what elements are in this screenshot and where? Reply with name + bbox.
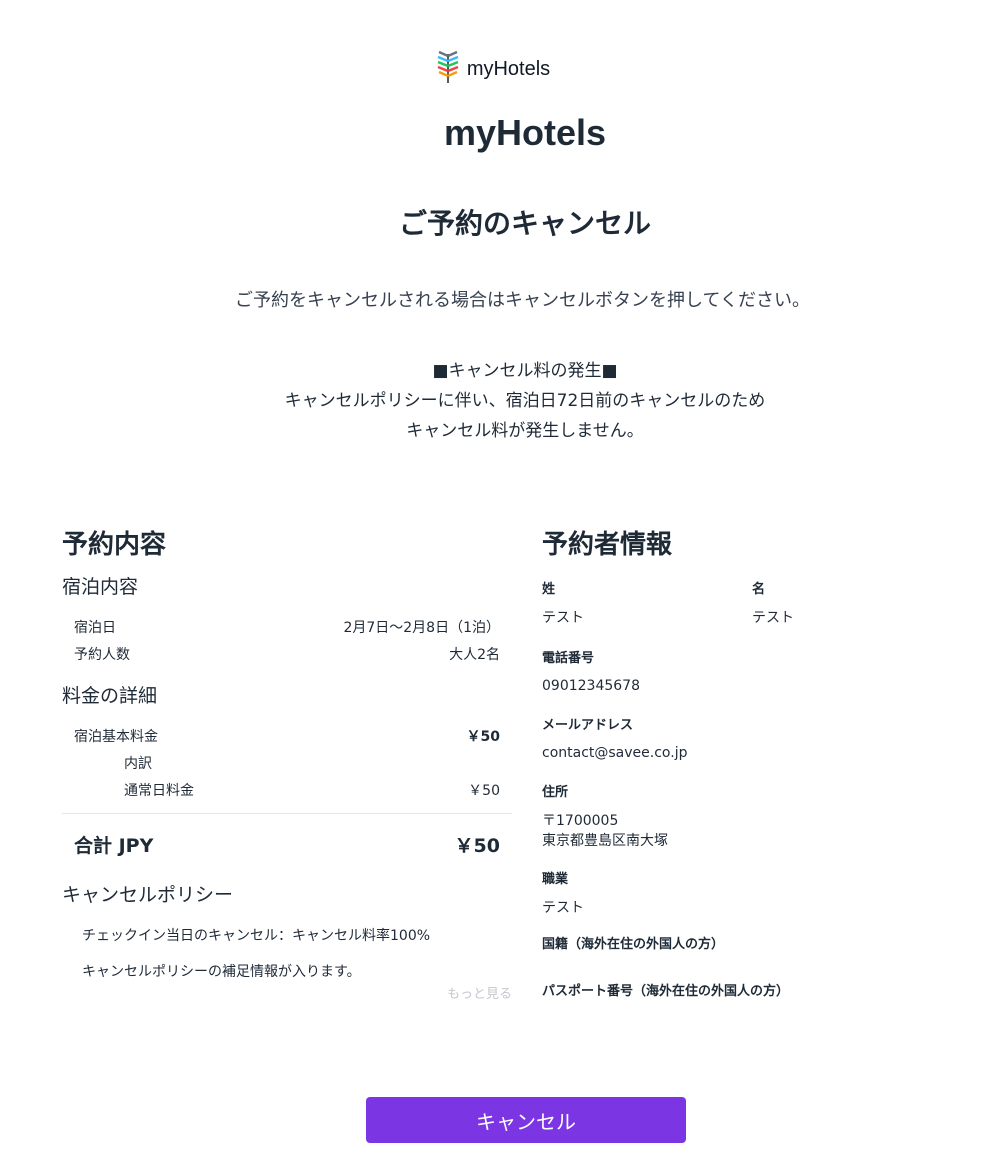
normal-day-value: ￥50	[468, 782, 500, 799]
site-title: myHotels	[443, 112, 607, 153]
stay-date-value: 2月7日～2月8日（1泊）	[343, 619, 500, 636]
nationality-label: 国籍（海外在住の外国人の方）	[542, 937, 725, 952]
policy-line-2: キャンセルポリシーの補足情報が入ります。	[82, 964, 361, 980]
normal-day-row: 通常日料金 ￥50	[62, 776, 512, 803]
passport-label: パスポート番号（海外在住の外国人の方）	[542, 984, 790, 999]
booker-section-title: 予約者情報	[542, 530, 673, 560]
feather-leaf-logo-icon	[435, 50, 461, 88]
email-value: contact@savee.co.jp	[542, 745, 688, 761]
page-title: ご予約のキャンセル	[398, 207, 651, 240]
stay-date-label: 宿泊日	[74, 619, 116, 636]
guests-row: 予約人数 大人2名	[62, 640, 512, 667]
price-subtitle: 料金の詳細	[62, 685, 158, 707]
reservation-section-title: 予約内容	[62, 530, 167, 560]
phone-label: 電話番号	[542, 651, 595, 666]
guests-value: 大人2名	[449, 646, 500, 663]
guests-label: 予約人数	[74, 646, 130, 663]
total-label: 合計 JPY	[74, 834, 154, 857]
breakdown-label: 内訳	[124, 755, 152, 772]
fee-notice-line-2: キャンセル料が発生しません。	[406, 421, 644, 441]
first-name-value: テスト	[752, 610, 794, 626]
base-price-row: 宿泊基本料金 ￥50	[62, 722, 512, 749]
base-price-value: ￥50	[466, 728, 500, 745]
brand-logo: myHotels	[0, 50, 985, 88]
total-value: ￥50	[454, 834, 500, 857]
base-price-label: 宿泊基本料金	[74, 728, 158, 745]
total-row: 合計 JPY ￥50	[62, 814, 512, 874]
occupation-value: テスト	[542, 900, 584, 916]
phone-value: 09012345678	[542, 678, 640, 694]
normal-day-label: 通常日料金	[124, 782, 194, 799]
policy-subtitle: キャンセルポリシー	[62, 884, 234, 906]
policy-line-1: チェックイン当日のキャンセル：キャンセル料率100%	[82, 928, 431, 944]
address-value: 東京都豊島区南大塚	[542, 833, 668, 849]
last-name-label: 姓	[542, 582, 556, 597]
logo-text: myHotels	[466, 57, 551, 80]
cancel-fee-notice: ■キャンセル料の発生■ キャンセルポリシーに伴い、宿泊日72日前のキャンセルのた…	[0, 356, 985, 446]
fee-notice-heading: ■キャンセル料の発生■	[432, 361, 618, 381]
reservation-details: 予約内容 宿泊内容 宿泊日 2月7日～2月8日（1泊） 予約人数 大人2名 料金…	[62, 524, 512, 1002]
fee-notice-line-1: キャンセルポリシーに伴い、宿泊日72日前のキャンセルのため	[284, 391, 766, 411]
name-grid: 姓 テスト 名 テスト	[542, 578, 962, 627]
breakdown-row: 内訳	[62, 749, 512, 776]
address-label: 住所	[542, 785, 569, 800]
occupation-label: 職業	[542, 872, 569, 887]
booker-info: 予約者情報 姓 テスト 名 テスト 電話番号 09012345678 メールアド…	[542, 524, 962, 999]
last-name-value: テスト	[542, 610, 584, 626]
first-name-label: 名	[752, 582, 766, 597]
show-more-link[interactable]: もっと見る	[62, 983, 512, 1002]
stay-subtitle: 宿泊内容	[62, 576, 139, 598]
cancel-instruction: ご予約をキャンセルされる場合はキャンセルボタンを押してください。	[235, 290, 810, 311]
postal-code-value: 〒1700005	[542, 813, 619, 829]
email-label: メールアドレス	[542, 718, 634, 733]
stay-date-row: 宿泊日 2月7日～2月8日（1泊）	[62, 613, 512, 640]
cancel-button[interactable]: キャンセル	[366, 1097, 686, 1143]
